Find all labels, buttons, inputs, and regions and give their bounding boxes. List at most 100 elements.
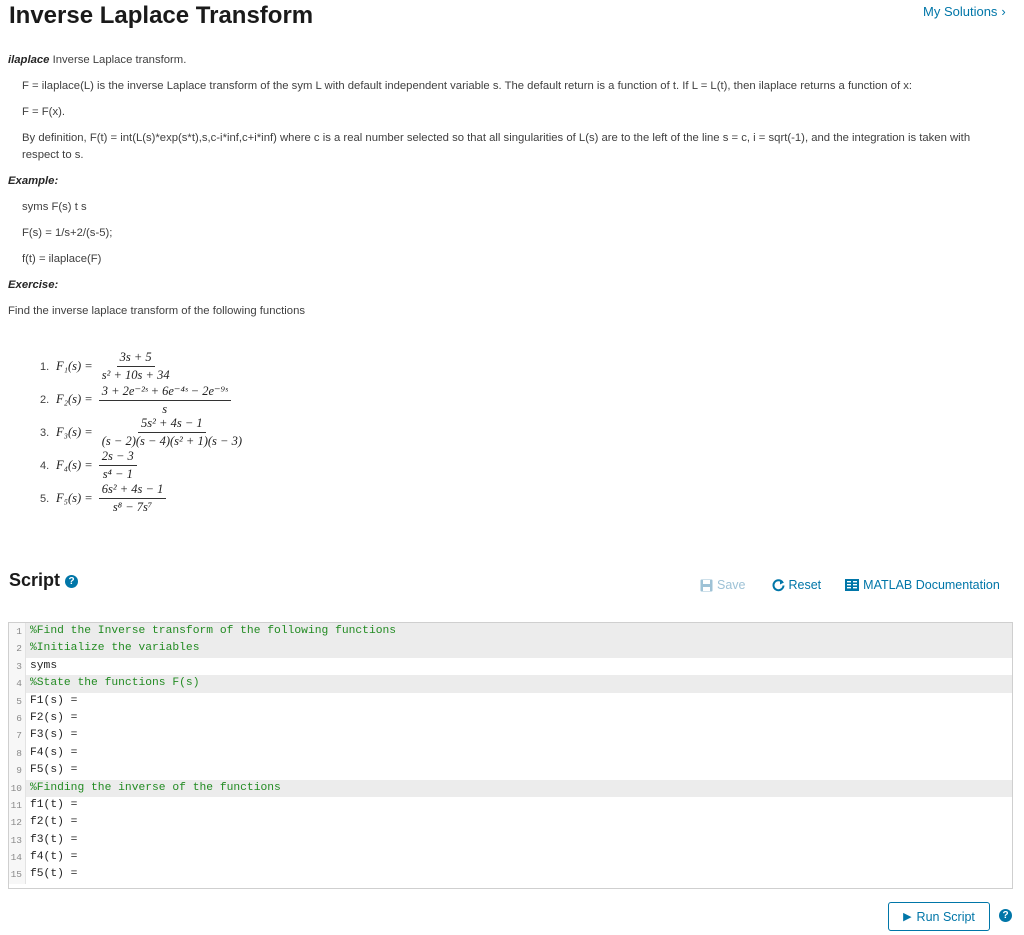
formula-denominator: s bbox=[162, 401, 168, 416]
code-text[interactable]: %State the functions F(s) bbox=[26, 675, 1012, 693]
documentation-icon bbox=[845, 579, 860, 591]
problem-description: ilaplace Inverse Laplace transform. F = … bbox=[8, 52, 983, 320]
exercise-formula: F₅(s) = 6s² + 4s − 1 s⁸ − 7s⁷ bbox=[56, 482, 167, 515]
exercise-number: 2. bbox=[40, 393, 50, 406]
example-line: f(t) = ilaplace(F) bbox=[22, 253, 102, 265]
chevron-right-icon: › bbox=[1001, 4, 1006, 19]
code-text[interactable]: F4(s) = bbox=[26, 745, 1012, 762]
line-number: 2 bbox=[9, 640, 26, 658]
code-line[interactable]: 1 %Find the Inverse transform of the foll… bbox=[9, 623, 1012, 641]
play-icon: ▶ bbox=[903, 911, 912, 923]
code-text[interactable]: f2(t) = bbox=[26, 814, 1012, 831]
save-icon bbox=[700, 579, 713, 591]
code-text[interactable]: f1(t) = bbox=[26, 797, 1012, 814]
code-text[interactable]: %Initialize the variables bbox=[26, 640, 1012, 658]
code-line[interactable]: 3 syms bbox=[9, 657, 1012, 676]
code-line[interactable]: 4 %State the functions F(s) bbox=[9, 675, 1012, 693]
formula-lhs: F₃(s) = bbox=[56, 425, 93, 439]
save-label: Save bbox=[717, 578, 746, 592]
example-heading: Example: bbox=[8, 175, 59, 187]
code-text[interactable]: f3(t) = bbox=[26, 832, 1012, 849]
exercise-formula: F₂(s) = 3 + 2e⁻²ˢ + 6e⁻⁴ˢ − 2e⁻⁹ˢ s bbox=[56, 383, 231, 417]
line-number: 14 bbox=[9, 849, 26, 867]
code-line[interactable]: 14 f4(t) = bbox=[9, 849, 1012, 867]
code-line[interactable]: 9 F5(s) = bbox=[9, 762, 1012, 780]
line-number: 15 bbox=[9, 866, 26, 884]
exercise-number: 1. bbox=[40, 360, 50, 373]
exercise-heading: Exercise: bbox=[8, 279, 59, 291]
code-editor[interactable]: 1 %Find the Inverse transform of the foll… bbox=[8, 622, 1013, 889]
exercise-number: 3. bbox=[40, 426, 50, 439]
code-line[interactable]: 15 f5(t) = bbox=[9, 866, 1012, 884]
code-text[interactable]: F2(s) = bbox=[26, 710, 1012, 727]
reset-button[interactable]: Reset bbox=[772, 578, 822, 592]
code-line[interactable]: 10 %Finding the inverse of the functions bbox=[9, 779, 1012, 797]
example-line: F(s) = 1/s+2/(s-5); bbox=[22, 227, 113, 239]
formula-fraction: 2s − 3 s⁴ − 1 bbox=[98, 449, 137, 482]
code-line[interactable]: 6 F2(s) = bbox=[9, 709, 1012, 728]
line-number: 11 bbox=[9, 796, 26, 815]
line-number: 1 bbox=[9, 623, 26, 641]
matlab-documentation-button[interactable]: MATLAB Documentation bbox=[845, 578, 1000, 592]
code-text[interactable]: f5(t) = bbox=[26, 866, 1012, 883]
exercise-item: 3. F₃(s) = 5s² + 4s − 1 (s − 2)(s − 4)(s² +… bbox=[40, 416, 245, 449]
exercise-item: 2. F₂(s) = 3 + 2e⁻²ˢ + 6e⁻⁴ˢ − 2e⁻⁹ˢ s bbox=[40, 383, 245, 416]
function-summary-text: Inverse Laplace transform. bbox=[49, 54, 187, 66]
formula-numerator: 3s + 5 bbox=[116, 350, 155, 367]
formula-denominator: s² + 10s + 34 bbox=[101, 368, 170, 382]
run-help-icon[interactable]: ? bbox=[999, 909, 1012, 922]
reset-label: Reset bbox=[788, 578, 822, 592]
formula-fraction: 3 + 2e⁻²ˢ + 6e⁻⁴ˢ − 2e⁻⁹ˢ s bbox=[98, 383, 231, 417]
my-solutions-link[interactable]: My Solutions › bbox=[923, 4, 1006, 19]
code-text[interactable]: F3(s) = bbox=[26, 727, 1012, 744]
line-number: 4 bbox=[9, 675, 26, 693]
description-paragraph-2: F = F(x). bbox=[22, 106, 65, 118]
reset-icon bbox=[772, 578, 784, 591]
description-paragraph-3: By definition, F(t) = int(L(s)*exp(s*t),… bbox=[22, 132, 971, 161]
code-text[interactable]: syms bbox=[26, 658, 1012, 675]
code-line[interactable]: 2 %Initialize the variables bbox=[9, 640, 1012, 658]
line-number: 8 bbox=[9, 744, 26, 763]
line-number: 12 bbox=[9, 814, 26, 832]
help-icon[interactable]: ? bbox=[65, 574, 79, 588]
code-text[interactable]: F1(s) = bbox=[26, 693, 1012, 710]
code-text[interactable]: %Find the Inverse transform of the follo… bbox=[26, 623, 1012, 641]
line-number: 7 bbox=[9, 727, 26, 745]
exercise-item: 1. F₁(s) = 3s + 5 s² + 10s + 34 bbox=[40, 350, 245, 383]
formula-lhs: F₄(s) = bbox=[56, 458, 93, 472]
code-text[interactable]: F5(s) = bbox=[26, 762, 1012, 779]
formula-fraction: 3s + 5 s² + 10s + 34 bbox=[99, 350, 173, 383]
my-solutions-label: My Solutions bbox=[923, 4, 998, 19]
save-button[interactable]: Save bbox=[700, 578, 746, 592]
function-name: ilaplace bbox=[8, 54, 50, 66]
formula-denominator: s⁸ − 7s⁷ bbox=[112, 500, 153, 514]
formula-denominator: (s − 2)(s − 4)(s² + 1)(s − 3) bbox=[101, 434, 242, 448]
code-line[interactable]: 8 F4(s) = bbox=[9, 744, 1012, 763]
code-line[interactable]: 13 f3(t) = bbox=[9, 831, 1012, 850]
script-title-text: Script bbox=[9, 570, 61, 590]
script-title: Script ? bbox=[9, 570, 79, 591]
function-summary: ilaplace Inverse Laplace transform. bbox=[8, 52, 983, 69]
documentation-label: MATLAB Documentation bbox=[863, 578, 1000, 592]
formula-lhs: F₁(s) = bbox=[56, 359, 93, 373]
exercise-item: 5. F₅(s) = 6s² + 4s − 1 s⁸ − 7s⁷ bbox=[40, 482, 245, 515]
exercise-formula: F₄(s) = 2s − 3 s⁴ − 1 bbox=[56, 449, 137, 482]
code-text[interactable]: %Finding the inverse of the functions bbox=[26, 779, 1012, 797]
code-line[interactable]: 11 f1(t) = bbox=[9, 796, 1012, 815]
exercise-formula: F₁(s) = 3s + 5 s² + 10s + 34 bbox=[56, 350, 173, 383]
script-toolbar: Save Reset MATLAB Documentation bbox=[700, 576, 1012, 594]
line-number: 10 bbox=[9, 779, 26, 797]
code-text[interactable]: f4(t) = bbox=[26, 849, 1012, 866]
code-line[interactable]: 5 F1(s) = bbox=[9, 692, 1012, 710]
line-number: 3 bbox=[9, 657, 26, 676]
exercise-formula: F₃(s) = 5s² + 4s − 1 (s − 2)(s − 4)(s² + 1… bbox=[56, 416, 245, 449]
code-line[interactable]: 12 f2(t) = bbox=[9, 814, 1012, 832]
run-script-button[interactable]: ▶ Run Script bbox=[888, 902, 990, 931]
formula-lhs: F₅(s) = bbox=[56, 491, 93, 505]
exercise-list: 1. F₁(s) = 3s + 5 s² + 10s + 34 2. F₂(s) = 3 +… bbox=[40, 350, 245, 515]
formula-fraction: 5s² + 4s − 1 (s − 2)(s − 4)(s² + 1)(s − 3… bbox=[99, 416, 245, 449]
line-number: 5 bbox=[9, 692, 26, 710]
code-line[interactable]: 7 F3(s) = bbox=[9, 727, 1012, 745]
example-code: syms F(s) t s F(s) = 1/s+2/(s-5); f(t) = i… bbox=[8, 199, 983, 268]
formula-numerator: 2s − 3 bbox=[98, 449, 137, 466]
